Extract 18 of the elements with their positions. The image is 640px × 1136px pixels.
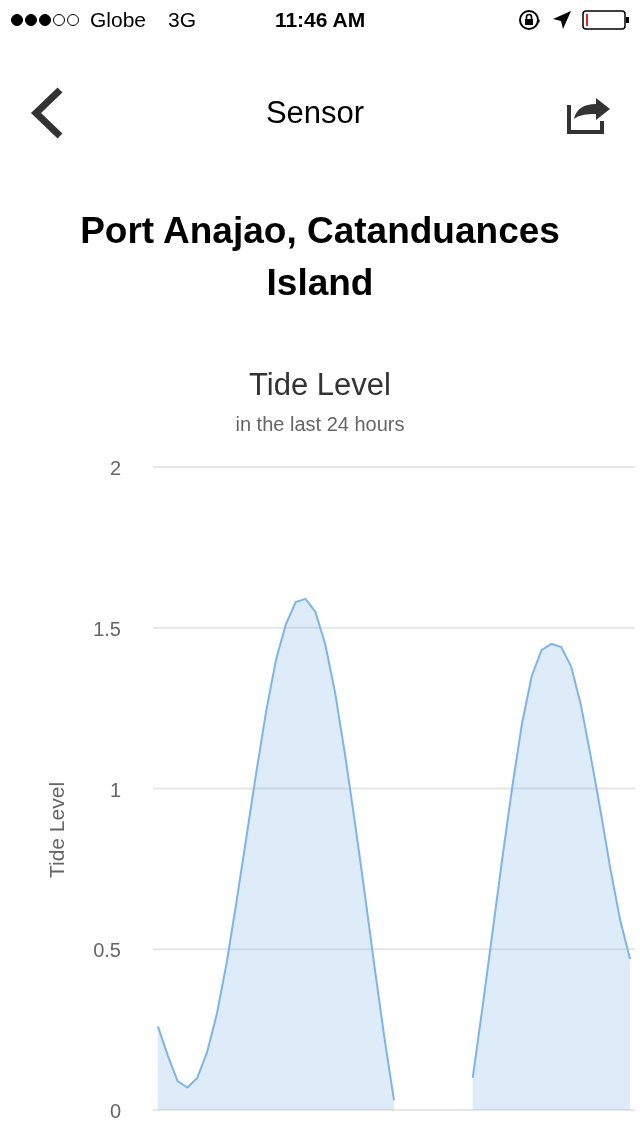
location-arrow-icon xyxy=(552,10,572,30)
location-title: Port Anajao, Catanduances Island xyxy=(79,209,561,305)
axis-tick-label: 1.5 xyxy=(93,617,121,640)
chart-title: Tide Level xyxy=(248,367,392,403)
battery-icon xyxy=(582,9,630,31)
axis-tick-label: 2 xyxy=(109,457,121,479)
status-time: 11:46 AM xyxy=(274,8,366,32)
axis-title: Tide Level xyxy=(45,781,68,879)
axis-tick-label: 0 xyxy=(109,1100,121,1122)
axis-tick-label: 0.5 xyxy=(93,939,121,962)
axis-tick-label: 1 xyxy=(109,778,121,801)
network-type: 3G xyxy=(168,8,197,32)
rotation-lock-icon xyxy=(518,8,542,32)
carrier-name: Globe xyxy=(90,8,147,32)
signal-icon xyxy=(10,13,82,27)
back-button[interactable] xyxy=(30,86,64,140)
chart-subtitle: in the last 24 hours xyxy=(234,413,406,436)
nav-title: Sensor xyxy=(265,95,365,131)
